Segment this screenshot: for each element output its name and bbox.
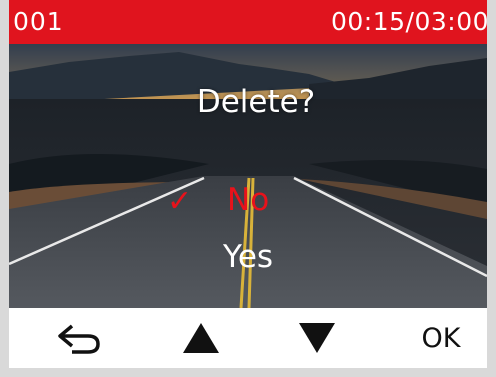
- down-button[interactable]: [277, 308, 357, 368]
- checkmark-icon: ✓: [167, 184, 193, 219]
- control-bar: OK: [9, 308, 487, 368]
- dashcam-screen: 001 00:15/03:00 Delete? ✓ No Yes OK: [9, 0, 487, 368]
- status-bar: 001 00:15/03:00: [9, 0, 487, 44]
- triangle-up-icon: [183, 323, 219, 353]
- clip-number: 001: [13, 7, 64, 36]
- option-no[interactable]: No: [227, 182, 269, 218]
- return-arrow-icon: [58, 324, 100, 354]
- device-frame: 001 00:15/03:00 Delete? ✓ No Yes OK: [0, 0, 496, 377]
- delete-prompt: Delete?: [196, 84, 316, 120]
- option-yes[interactable]: Yes: [223, 239, 273, 275]
- ok-button[interactable]: OK: [401, 308, 481, 368]
- back-button[interactable]: [39, 308, 119, 368]
- up-button[interactable]: [161, 308, 241, 368]
- video-preview: Delete? ✓ No Yes: [9, 44, 487, 308]
- playback-timecode: 00:15/03:00: [330, 7, 487, 36]
- triangle-down-icon: [299, 323, 335, 353]
